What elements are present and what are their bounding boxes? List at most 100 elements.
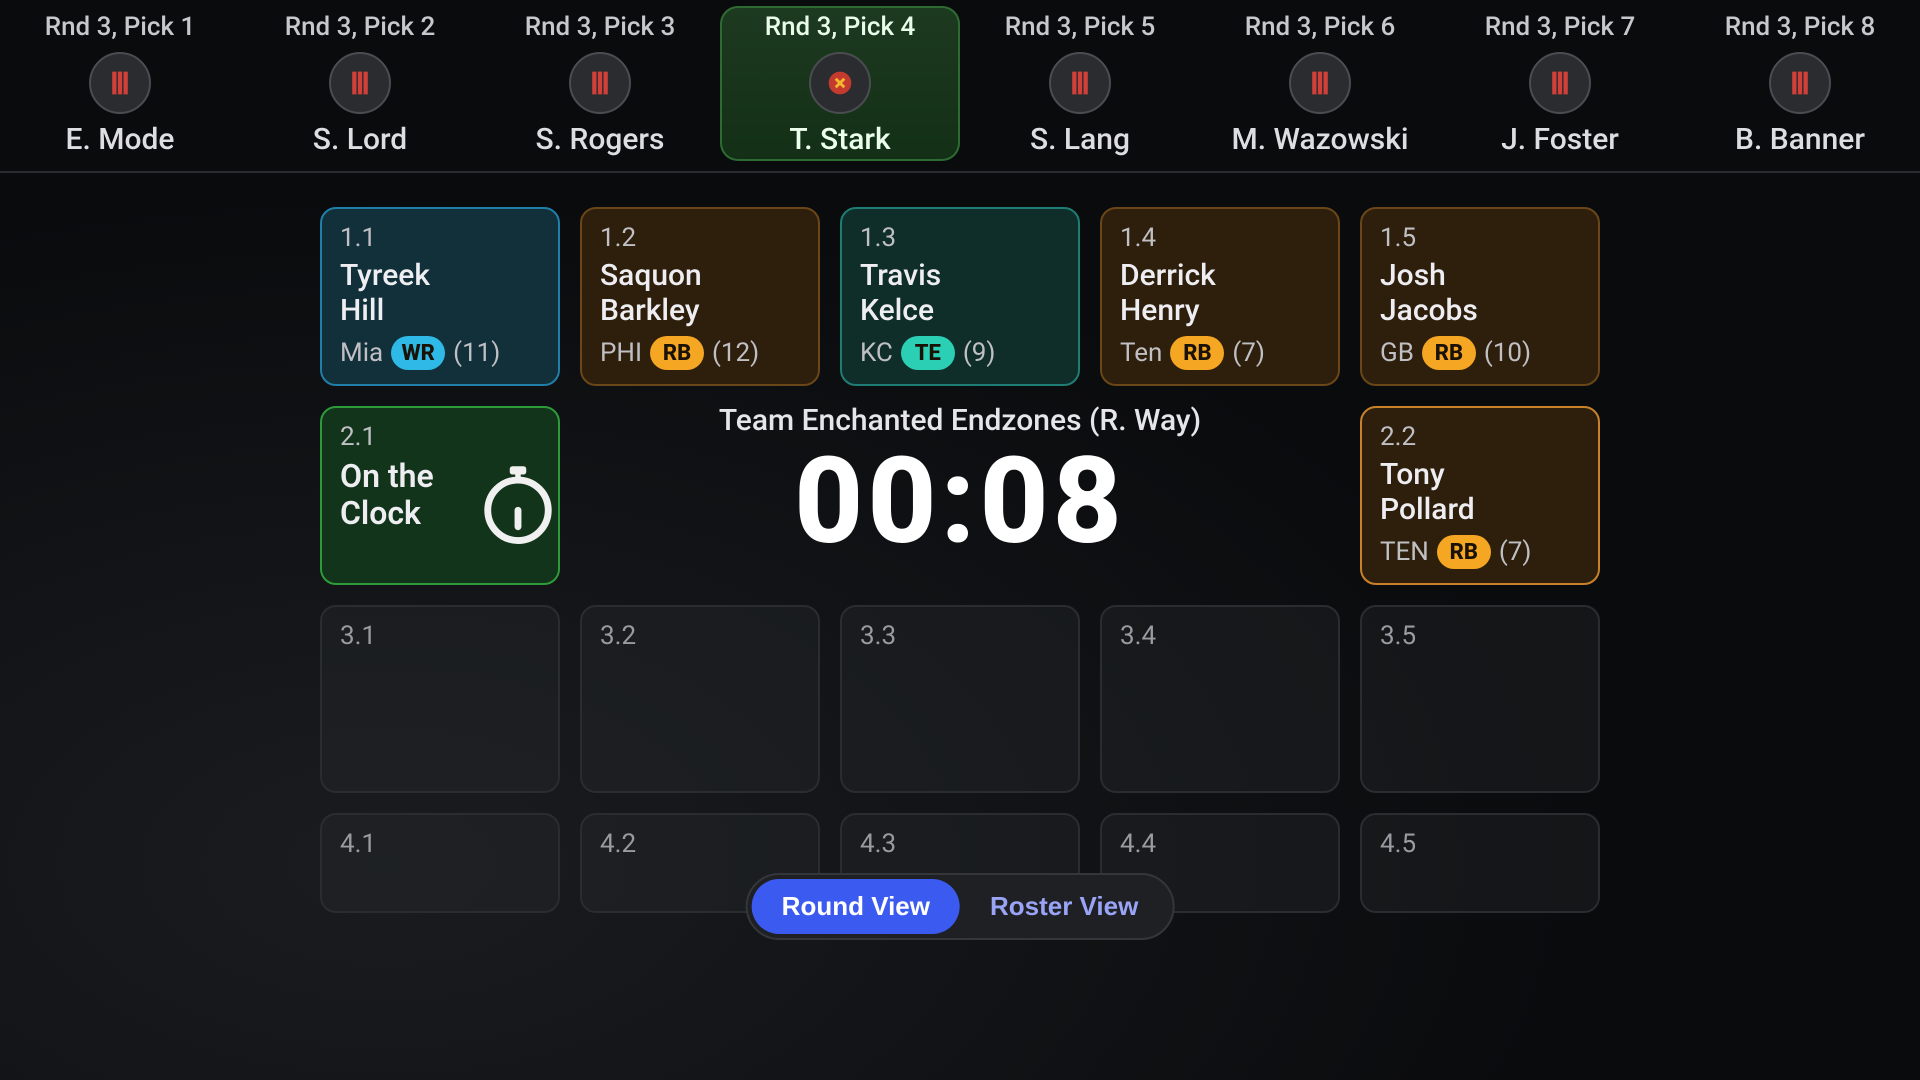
player-team: PHI [600, 338, 642, 368]
player-meta: Ten RB (7) [1120, 336, 1320, 370]
player-name: DerrickHenry [1120, 259, 1320, 328]
position-badge: WR [391, 336, 445, 370]
pick-number: 3.1 [340, 621, 540, 651]
pick-slot[interactable]: Rnd 3, Pick 7 J. Foster [1440, 6, 1680, 161]
bye-week: (9) [963, 338, 996, 368]
pick-number: 4.2 [600, 829, 800, 859]
manager-name: S. Lang [960, 122, 1200, 157]
draft-card[interactable]: 1.2 SaquonBarkley PHI RB (12) [580, 207, 820, 386]
player-name: SaquonBarkley [600, 259, 800, 328]
pick-round-label: Rnd 3, Pick 3 [480, 12, 720, 42]
bye-week: (10) [1484, 338, 1531, 368]
view-toggle: Round View Roster View [746, 873, 1175, 940]
player-team: KC [860, 338, 893, 368]
pick-round-label: Rnd 3, Pick 7 [1440, 12, 1680, 42]
draft-card[interactable]: 1.3 TravisKelce KC TE (9) [840, 207, 1080, 386]
draft-board: 1.1 TyreekHill Mia WR (11) 1.2 SaquonBar… [0, 173, 1920, 913]
pick-number: 1.4 [1120, 223, 1320, 253]
empty-slot[interactable]: 3.1 [320, 605, 560, 793]
pick-slot[interactable]: Rnd 3, Pick 6 M. Wazowski [1200, 6, 1440, 161]
pick-number: 4.4 [1120, 829, 1320, 859]
pick-slot[interactable]: Rnd 3, Pick 8 B. Banner [1680, 6, 1920, 161]
pick-number: 4.5 [1380, 829, 1580, 859]
pick-number: 2.2 [1380, 422, 1580, 452]
on-the-clock-card[interactable]: 2.1 On theClock [320, 406, 560, 585]
team-logo-icon [569, 52, 631, 114]
position-badge: RB [1422, 336, 1476, 370]
player-name: TyreekHill [340, 259, 540, 328]
empty-slot[interactable]: 4.1 [320, 813, 560, 913]
draft-card[interactable]: 1.4 DerrickHenry Ten RB (7) [1100, 207, 1340, 386]
pick-number: 3.2 [600, 621, 800, 651]
pick-number: 1.3 [860, 223, 1060, 253]
team-logo-icon [1529, 52, 1591, 114]
pick-round-label: Rnd 3, Pick 5 [960, 12, 1200, 42]
player-team: Ten [1120, 338, 1162, 368]
stopwatch-icon [474, 458, 562, 546]
manager-name: T. Stark [720, 122, 960, 157]
player-meta: GB RB (10) [1380, 336, 1580, 370]
player-name: TravisKelce [860, 259, 1060, 328]
position-badge: RB [1437, 535, 1491, 569]
player-name: TonyPollard [1380, 458, 1580, 527]
pick-number: 4.3 [860, 829, 1060, 859]
pick-number: 3.4 [1120, 621, 1320, 651]
bye-week: (7) [1232, 338, 1265, 368]
empty-slot[interactable]: 3.4 [1100, 605, 1340, 793]
pick-slot[interactable]: Rnd 3, Pick 5 S. Lang [960, 6, 1200, 161]
position-badge: RB [650, 336, 704, 370]
pick-number: 1.5 [1380, 223, 1580, 253]
bye-week: (12) [712, 338, 759, 368]
player-team: TEN [1380, 537, 1429, 567]
team-logo-icon [89, 52, 151, 114]
player-meta: KC TE (9) [860, 336, 1060, 370]
player-team: Mia [340, 338, 383, 368]
pick-slot[interactable]: Rnd 3, Pick 1 E. Mode [0, 6, 240, 161]
empty-slot[interactable]: 4.5 [1360, 813, 1600, 913]
pick-number: 1.1 [340, 223, 540, 253]
manager-name: J. Foster [1440, 122, 1680, 157]
pick-slot[interactable]: Rnd 3, Pick 2 S. Lord [240, 6, 480, 161]
team-logo-icon [1289, 52, 1351, 114]
pick-round-label: Rnd 3, Pick 2 [240, 12, 480, 42]
draft-card[interactable]: 1.5 JoshJacobs GB RB (10) [1360, 207, 1600, 386]
bye-week: (7) [1499, 537, 1532, 567]
pick-number: 3.5 [1380, 621, 1580, 651]
team-logo-icon [329, 52, 391, 114]
pick-number: 3.3 [860, 621, 1060, 651]
player-meta: Mia WR (11) [340, 336, 540, 370]
bye-week: (11) [453, 338, 500, 368]
pick-round-label: Rnd 3, Pick 1 [0, 12, 240, 42]
pick-slot[interactable]: Rnd 3, Pick 3 S. Rogers [480, 6, 720, 161]
player-meta: PHI RB (12) [600, 336, 800, 370]
team-logo-icon [1049, 52, 1111, 114]
position-badge: TE [901, 336, 955, 370]
manager-name: B. Banner [1680, 122, 1920, 157]
pick-round-label: Rnd 3, Pick 6 [1200, 12, 1440, 42]
pick-round-label: Rnd 3, Pick 4 [720, 12, 960, 42]
empty-slot[interactable]: 3.3 [840, 605, 1080, 793]
pick-round-label: Rnd 3, Pick 8 [1680, 12, 1920, 42]
manager-name: M. Wazowski [1200, 122, 1440, 157]
pick-slot-active[interactable]: Rnd 3, Pick 4 T. Stark [720, 6, 960, 161]
draft-card[interactable]: 2.2 TonyPollard TEN RB (7) [1360, 406, 1600, 585]
pick-order-strip: Rnd 3, Pick 1 E. Mode Rnd 3, Pick 2 S. L… [0, 0, 1920, 173]
pick-number: 1.2 [600, 223, 800, 253]
player-meta: TEN RB (7) [1380, 535, 1580, 569]
team-logo-icon [1769, 52, 1831, 114]
board-row: 1.1 TyreekHill Mia WR (11) 1.2 SaquonBar… [320, 207, 1920, 386]
manager-name: S. Rogers [480, 122, 720, 157]
draft-card[interactable]: 1.1 TyreekHill Mia WR (11) [320, 207, 560, 386]
board-row: 3.1 3.2 3.3 3.4 3.5 [320, 605, 1920, 793]
board-row: 2.1 On theClock 2.2 TonyPollard TEN RB (… [320, 406, 1920, 585]
roster-view-button[interactable]: Roster View [960, 879, 1168, 934]
empty-slot[interactable]: 3.2 [580, 605, 820, 793]
pick-number: 2.1 [340, 422, 540, 452]
player-name: JoshJacobs [1380, 259, 1580, 328]
position-badge: RB [1170, 336, 1224, 370]
manager-name: S. Lord [240, 122, 480, 157]
round-view-button[interactable]: Round View [752, 879, 960, 934]
team-logo-icon [809, 52, 871, 114]
pick-number: 4.1 [340, 829, 540, 859]
empty-slot[interactable]: 3.5 [1360, 605, 1600, 793]
